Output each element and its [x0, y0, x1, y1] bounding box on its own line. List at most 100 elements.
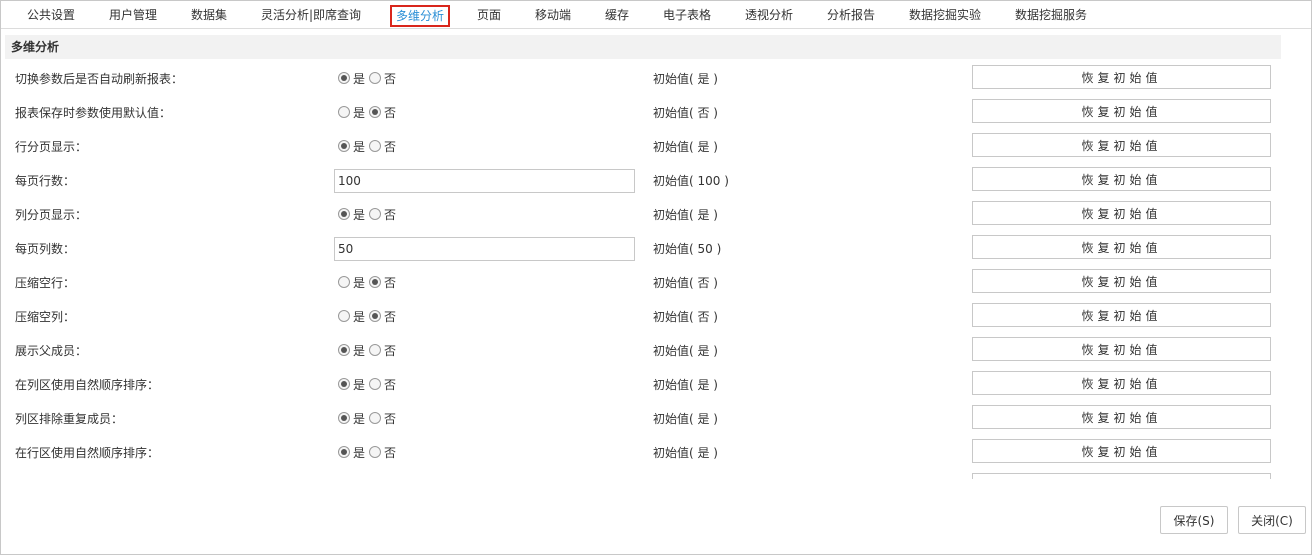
reset-button[interactable]: 恢复初始值: [972, 439, 1271, 463]
setting-label: 在行区使用自然顺序排序：: [15, 446, 160, 460]
radio-no[interactable]: 否: [369, 138, 398, 155]
setting-label: 每页列数：: [15, 242, 76, 256]
rows-per-page-input[interactable]: [334, 169, 635, 193]
radio-group: 是 否: [338, 376, 400, 392]
setting-label: 压缩空列：: [15, 310, 76, 324]
radio-no[interactable]: 否: [369, 376, 398, 393]
setting-row: 压缩空行： 是 否 初始值( 否 ) 恢复初始值: [1, 265, 1291, 299]
tab-user-management[interactable]: 用户管理: [109, 5, 157, 27]
settings-dialog: 公共设置 用户管理 数据集 灵活分析|即席查询 多维分析 页面 移动端 缓存 电…: [0, 0, 1312, 555]
radio-yes[interactable]: 是: [338, 206, 367, 223]
reset-button[interactable]: 恢复初始值: [972, 269, 1271, 293]
tab-analysis-report[interactable]: 分析报告: [827, 5, 875, 27]
radio-no[interactable]: 否: [369, 274, 398, 291]
radio-group: 是 否: [338, 274, 400, 290]
radio-no[interactable]: 否: [369, 206, 398, 223]
reset-button[interactable]: 恢复初始值: [972, 99, 1271, 123]
tab-spreadsheet[interactable]: 电子表格: [663, 5, 711, 27]
radio-unchecked-icon: [338, 276, 350, 288]
radio-no[interactable]: 否: [369, 308, 398, 325]
tab-olap-analysis[interactable]: 多维分析: [390, 5, 451, 27]
setting-row: [1, 469, 1291, 479]
tab-mobile[interactable]: 移动端: [535, 5, 571, 27]
reset-button[interactable]: 恢复初始值: [972, 405, 1271, 429]
tab-page[interactable]: 页面: [477, 5, 501, 27]
initial-value: 初始值( 是 ): [653, 208, 718, 222]
radio-checked-icon: [369, 106, 382, 118]
radio-yes[interactable]: 是: [338, 342, 367, 359]
radio-yes[interactable]: 是: [338, 138, 367, 155]
initial-value: 初始值( 是 ): [653, 378, 718, 392]
radio-group: 是 否: [338, 444, 400, 460]
tab-pivot-analysis[interactable]: 透视分析: [745, 5, 793, 27]
reset-button[interactable]: 恢复初始值: [972, 303, 1271, 327]
initial-value: 初始值( 否 ): [653, 310, 718, 324]
reset-button[interactable]: 恢复初始值: [972, 337, 1271, 361]
close-button[interactable]: 关闭(C): [1238, 506, 1306, 534]
tab-flexible-analysis[interactable]: 灵活分析|即席查询: [261, 5, 361, 27]
setting-row: 报表保存时参数使用默认值： 是 否 初始值( 否 ) 恢复初始值: [1, 95, 1291, 129]
radio-checked-icon: [338, 378, 350, 390]
setting-row: 展示父成员： 是 否 初始值( 是 ) 恢复初始值: [1, 333, 1291, 367]
tab-public-settings[interactable]: 公共设置: [27, 5, 75, 27]
radio-unchecked-icon: [369, 412, 382, 424]
reset-button[interactable]: 恢复初始值: [972, 167, 1271, 191]
initial-value: 初始值( 是 ): [653, 446, 718, 460]
setting-label: 压缩空行：: [15, 276, 76, 290]
reset-button[interactable]: 恢复初始值: [972, 235, 1271, 259]
reset-button[interactable]: [972, 473, 1271, 479]
initial-value: 初始值( 100 ): [653, 174, 729, 188]
radio-yes[interactable]: 是: [338, 444, 367, 461]
radio-checked-icon: [338, 140, 350, 152]
radio-yes[interactable]: 是: [338, 410, 367, 427]
setting-row: 压缩空列： 是 否 初始值( 否 ) 恢复初始值: [1, 299, 1291, 333]
radio-checked-icon: [338, 412, 350, 424]
setting-label: 展示父成员：: [15, 344, 88, 358]
radio-unchecked-icon: [369, 140, 382, 152]
radio-yes[interactable]: 是: [338, 274, 367, 291]
radio-unchecked-icon: [369, 446, 382, 458]
reset-button[interactable]: 恢复初始值: [972, 201, 1271, 225]
radio-yes[interactable]: 是: [338, 104, 367, 121]
columns-per-page-input[interactable]: [334, 237, 635, 261]
radio-group: 是 否: [338, 138, 400, 154]
setting-row: 每页列数： 初始值( 50 ) 恢复初始值: [1, 231, 1291, 265]
reset-button[interactable]: 恢复初始值: [972, 371, 1271, 395]
radio-group: 是 否: [338, 308, 400, 324]
setting-label: 报表保存时参数使用默认值：: [15, 106, 172, 120]
radio-unchecked-icon: [338, 310, 350, 322]
section-title: 多维分析: [5, 35, 1281, 59]
initial-value: 初始值( 是 ): [653, 140, 718, 154]
setting-row: 切换参数后是否自动刷新报表： 是 否 初始值( 是 ) 恢复初始值: [1, 61, 1291, 95]
radio-yes[interactable]: 是: [338, 70, 367, 87]
setting-row: 列区排除重复成员： 是 否 初始值( 是 ) 恢复初始值: [1, 401, 1291, 435]
radio-checked-icon: [338, 72, 350, 84]
radio-group: 是 否: [338, 70, 400, 86]
setting-label: 列分页显示：: [15, 208, 88, 222]
reset-button[interactable]: 恢复初始值: [972, 65, 1271, 89]
initial-value: 初始值( 50 ): [653, 242, 722, 256]
radio-no[interactable]: 否: [369, 70, 398, 87]
tab-dataset[interactable]: 数据集: [191, 5, 227, 27]
reset-button[interactable]: 恢复初始值: [972, 133, 1271, 157]
radio-unchecked-icon: [369, 378, 382, 390]
setting-row: 在列区使用自然顺序排序： 是 否 初始值( 是 ) 恢复初始值: [1, 367, 1291, 401]
setting-label: 列区排除重复成员：: [15, 412, 124, 426]
radio-yes[interactable]: 是: [338, 308, 367, 325]
radio-unchecked-icon: [369, 208, 382, 220]
tab-data-mining-experiment[interactable]: 数据挖掘实验: [909, 5, 981, 27]
radio-no[interactable]: 否: [369, 342, 398, 359]
initial-value: 初始值( 否 ): [653, 106, 718, 120]
tab-data-mining-service[interactable]: 数据挖掘服务: [1015, 5, 1087, 27]
initial-value: 初始值( 是 ): [653, 344, 718, 358]
radio-no[interactable]: 否: [369, 444, 398, 461]
initial-value: 初始值( 是 ): [653, 412, 718, 426]
radio-yes[interactable]: 是: [338, 376, 367, 393]
radio-no[interactable]: 否: [369, 104, 398, 121]
tab-cache[interactable]: 缓存: [605, 5, 629, 27]
initial-value: 初始值( 是 ): [653, 72, 718, 86]
settings-list[interactable]: 切换参数后是否自动刷新报表： 是 否 初始值( 是 ) 恢复初始值 报表保存时参…: [1, 61, 1291, 479]
radio-checked-icon: [369, 276, 382, 288]
save-button[interactable]: 保存(S): [1160, 506, 1228, 534]
radio-no[interactable]: 否: [369, 410, 398, 427]
